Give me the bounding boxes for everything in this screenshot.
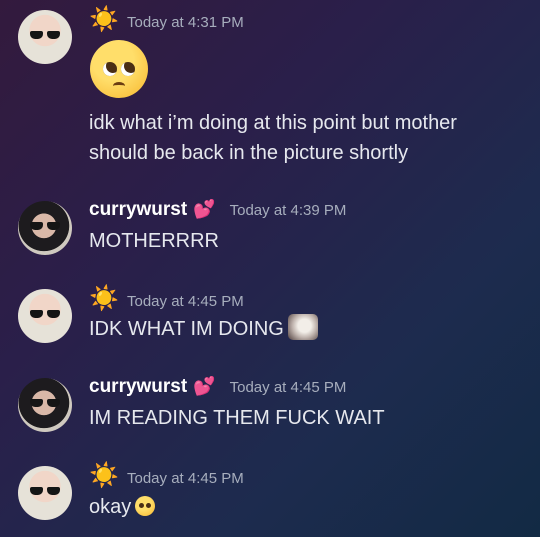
message-text: MOTHERRRR	[89, 230, 219, 252]
timestamp[interactable]: Today at 4:45 PM	[127, 470, 244, 487]
message-text: IDK WHAT IM DOING	[89, 318, 284, 340]
pleading-eye-right	[121, 62, 135, 76]
avatar[interactable]	[18, 201, 72, 255]
sunglasses-icon	[30, 31, 60, 39]
sunglasses-icon	[30, 487, 60, 495]
sunglasses-icon	[30, 399, 60, 407]
message-text: IM READING THEM FUCK WAIT	[89, 407, 385, 429]
message-header: ☀️ Today at 4:45 PM	[89, 464, 244, 488]
two-hearts-emoji: 💕	[193, 376, 216, 396]
sun-emoji-username[interactable]: ☀️	[89, 287, 119, 311]
timestamp[interactable]: Today at 4:31 PM	[127, 14, 244, 31]
timestamp[interactable]: Today at 4:45 PM	[127, 293, 244, 310]
sun-emoji-username[interactable]: ☀️	[89, 464, 119, 488]
timestamp[interactable]: Today at 4:45 PM	[230, 379, 347, 396]
sunglasses-icon	[30, 310, 60, 318]
avatar[interactable]	[18, 289, 72, 343]
avatar[interactable]	[18, 378, 72, 432]
message-header: ☀️ Today at 4:45 PM	[89, 287, 244, 311]
message-text-row: IDK WHAT IM DOING	[89, 314, 318, 344]
avatar[interactable]	[18, 466, 72, 520]
message-text: okay	[89, 496, 132, 518]
username[interactable]: currywurst	[89, 199, 187, 221]
message-header: currywurst 💕 Today at 4:45 PM	[89, 376, 346, 398]
pleading-eye-left	[103, 62, 117, 76]
cat-emoji[interactable]	[287, 314, 318, 340]
avatar[interactable]	[18, 10, 72, 64]
pleading-mouth	[113, 82, 125, 90]
sun-emoji-username[interactable]: ☀️	[89, 8, 119, 32]
pleading-face-emoji[interactable]	[135, 496, 156, 516]
username[interactable]: currywurst	[89, 376, 187, 398]
sunglasses-icon	[30, 222, 60, 230]
message-header: currywurst 💕 Today at 4:39 PM	[89, 199, 346, 221]
pleading-face-emoji[interactable]	[90, 40, 148, 98]
message-text-line-2: should be back in the picture shortly	[89, 142, 409, 164]
two-hearts-emoji: 💕	[193, 199, 216, 219]
message-text-line-1: idk what i’m doing at this point but mot…	[89, 112, 457, 134]
message-header: ☀️ Today at 4:31 PM	[89, 8, 244, 32]
timestamp[interactable]: Today at 4:39 PM	[230, 202, 347, 219]
message-text-row: okay	[89, 492, 156, 522]
